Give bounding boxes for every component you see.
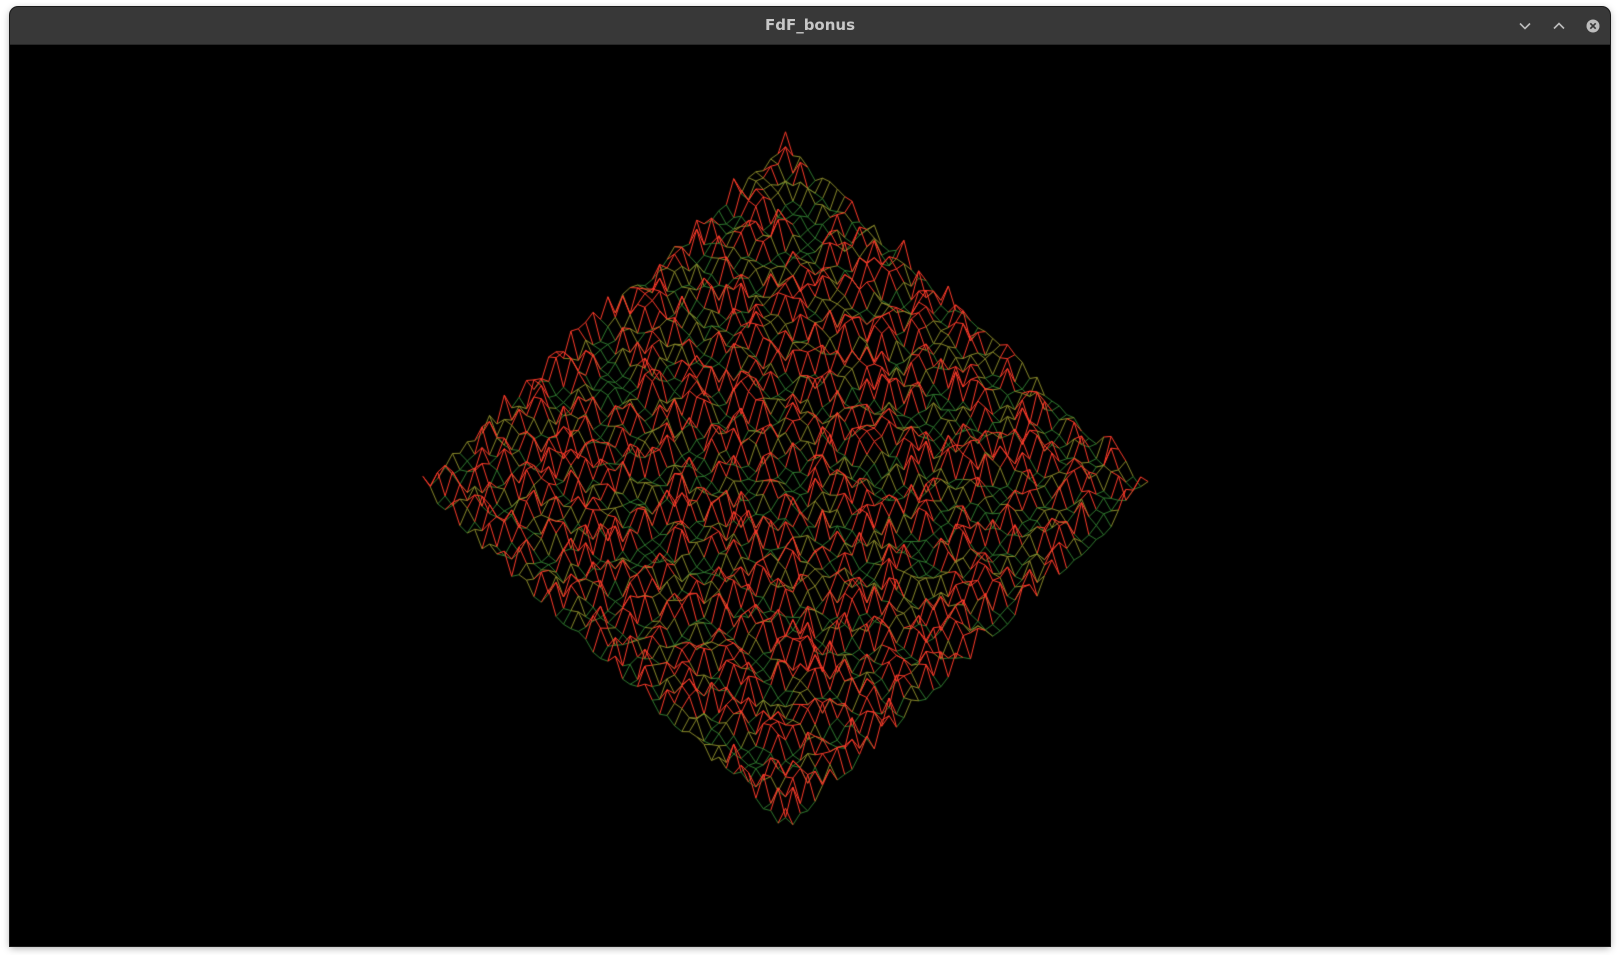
close-circle-icon	[1586, 19, 1600, 32]
wireframe-terrain	[10, 45, 1610, 946]
maximize-button[interactable]	[1542, 7, 1576, 44]
chevron-down-icon	[1519, 22, 1531, 30]
window-title: FdF_bonus	[764, 16, 856, 34]
app-window: FdF_bonus	[10, 7, 1610, 946]
window-controls	[1508, 7, 1610, 44]
title-bar[interactable]: FdF_bonus	[10, 7, 1610, 45]
close-button[interactable]	[1576, 7, 1610, 44]
render-viewport[interactable]	[10, 45, 1610, 946]
chevron-up-icon	[1553, 21, 1565, 29]
minimize-button[interactable]	[1508, 7, 1542, 44]
